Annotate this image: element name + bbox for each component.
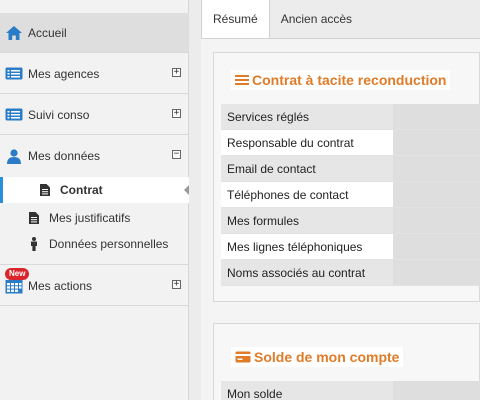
file-icon: [27, 212, 41, 224]
table-row: Responsable du contrat: [221, 130, 480, 156]
row-value: [393, 104, 480, 129]
collapse-toggle[interactable]: −: [172, 150, 181, 159]
sidebar-subitem-mes-justificatifs[interactable]: Mes justificatifs: [0, 205, 189, 231]
table-row: Mes lignes téléphoniques: [221, 234, 480, 260]
expand-toggle[interactable]: +: [172, 280, 181, 289]
person-icon: [27, 237, 41, 251]
credit-card-icon: [235, 351, 251, 363]
row-value: [393, 234, 480, 259]
sidebar-subitem-label: Mes justificatifs: [49, 211, 131, 225]
sidebar-subitem-contrat[interactable]: Contrat: [0, 177, 190, 203]
table-row: Noms associés au contrat: [221, 260, 480, 286]
tab-resume[interactable]: Résumé: [201, 0, 270, 38]
table-row: Téléphones de contact: [221, 182, 480, 208]
sidebar-item-label: Mes agences: [28, 66, 100, 81]
tab-bar: Résumé Ancien accès: [201, 0, 363, 38]
row-value: [393, 156, 480, 181]
sidebar-subitem-donnees-personnelles[interactable]: Données personnelles: [0, 231, 189, 265]
expand-toggle[interactable]: +: [172, 68, 181, 77]
sidebar-item-suivi-conso[interactable]: Suivi conso +: [0, 95, 189, 135]
sidebar-item-label: Mes données: [28, 149, 101, 163]
table-row: Email de contact: [221, 156, 480, 182]
list-card-icon: [0, 67, 28, 80]
file-icon: [38, 184, 52, 196]
contract-title-text: Contrat à tacite reconduction: [252, 72, 447, 88]
list-card-icon: [0, 108, 28, 121]
menu-lines-icon: [235, 74, 249, 86]
contract-table: Services réglés Responsable du contrat E…: [221, 104, 480, 286]
new-badge: New: [5, 268, 30, 280]
sidebar-item-accueil[interactable]: Accueil: [0, 13, 189, 53]
row-label: Services réglés: [221, 104, 393, 129]
table-row: Mon solde: [221, 381, 480, 400]
balance-table: Mon solde: [221, 381, 480, 400]
sidebar-subitem-label: Contrat: [60, 183, 103, 197]
row-label: Téléphones de contact: [221, 182, 393, 207]
user-icon: [0, 148, 28, 164]
row-label: Email de contact: [221, 156, 393, 181]
table-row: Services réglés: [221, 104, 480, 130]
row-value: [393, 208, 480, 233]
balance-panel-title: Solde de mon compte: [231, 347, 404, 367]
row-label: Mes lignes téléphoniques: [221, 234, 393, 259]
row-label: Noms associés au contrat: [221, 260, 393, 285]
tab-ancien-acces[interactable]: Ancien accès: [270, 0, 363, 38]
home-icon: [0, 25, 28, 40]
row-label: Mes formules: [221, 208, 393, 233]
sidebar-item-mes-agences[interactable]: Mes agences +: [0, 54, 189, 94]
row-value: [393, 130, 480, 155]
row-value: [393, 182, 480, 207]
row-label: Responsable du contrat: [221, 130, 393, 155]
row-label: Mon solde: [221, 381, 393, 400]
tab-content: Contrat à tacite reconduction Services r…: [201, 39, 480, 400]
sidebar-item-label: Mes actions: [28, 278, 93, 293]
row-value: [393, 381, 480, 400]
expand-toggle[interactable]: +: [172, 109, 181, 118]
sidebar-item-label: Suivi conso: [28, 107, 90, 122]
sidebar-subitem-label: Données personnelles: [49, 237, 169, 251]
contract-panel-title: Contrat à tacite reconduction: [231, 70, 451, 90]
balance-title-text: Solde de mon compte: [254, 349, 400, 365]
table-row: Mes formules: [221, 208, 480, 234]
row-value: [393, 260, 480, 285]
sidebar-item-label: Accueil: [28, 25, 67, 40]
sidebar-item-mes-donnees[interactable]: Mes données −: [0, 136, 189, 176]
main-area: Résumé Ancien accès Contrat à tacite rec…: [189, 0, 480, 400]
sidebar: Accueil Mes agences + Suivi conso + Mes …: [0, 0, 190, 400]
